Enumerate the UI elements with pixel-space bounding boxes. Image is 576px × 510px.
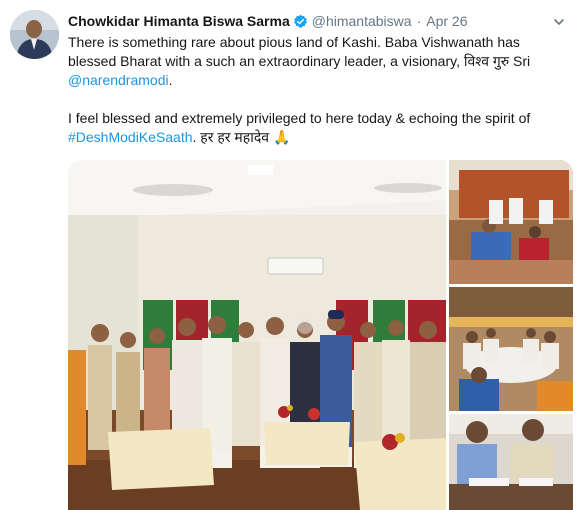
avatar[interactable] xyxy=(10,10,59,59)
tweet-date[interactable]: Apr 26 xyxy=(426,13,467,29)
tweet-header: Chowkidar Himanta Biswa Sarma @himantabi… xyxy=(68,11,568,31)
tweet-text-part: There is something rare about pious land… xyxy=(68,34,531,69)
tweet-paragraph-2: I feel blessed and extremely privileged … xyxy=(68,109,568,147)
media-photo-main[interactable] xyxy=(68,160,446,510)
author-handle[interactable]: @himantabiswa xyxy=(312,13,412,29)
separator-dot: · xyxy=(416,13,422,29)
media-photo-2[interactable] xyxy=(449,160,573,284)
chevron-down-icon[interactable] xyxy=(550,13,568,31)
hashtag-link[interactable]: #DeshModiKeSaath xyxy=(68,129,193,145)
tweet-text-part: . हर हर महादेव 🙏 xyxy=(192,129,291,145)
verified-badge-icon xyxy=(293,14,308,29)
media-photo-3[interactable] xyxy=(449,287,573,411)
tweet-text-part: I feel blessed and extremely privileged … xyxy=(68,110,531,126)
tweet-text: There is something rare about pious land… xyxy=(68,33,568,147)
tweet-paragraph-1: There is something rare about pious land… xyxy=(68,33,568,90)
author-name[interactable]: Chowkidar Himanta Biswa Sarma xyxy=(68,13,290,29)
media-grid xyxy=(68,160,573,510)
media-photo-4[interactable] xyxy=(449,414,573,510)
tweet-text-part: . xyxy=(168,72,173,88)
mention-link[interactable]: @narendramodi xyxy=(68,72,169,88)
